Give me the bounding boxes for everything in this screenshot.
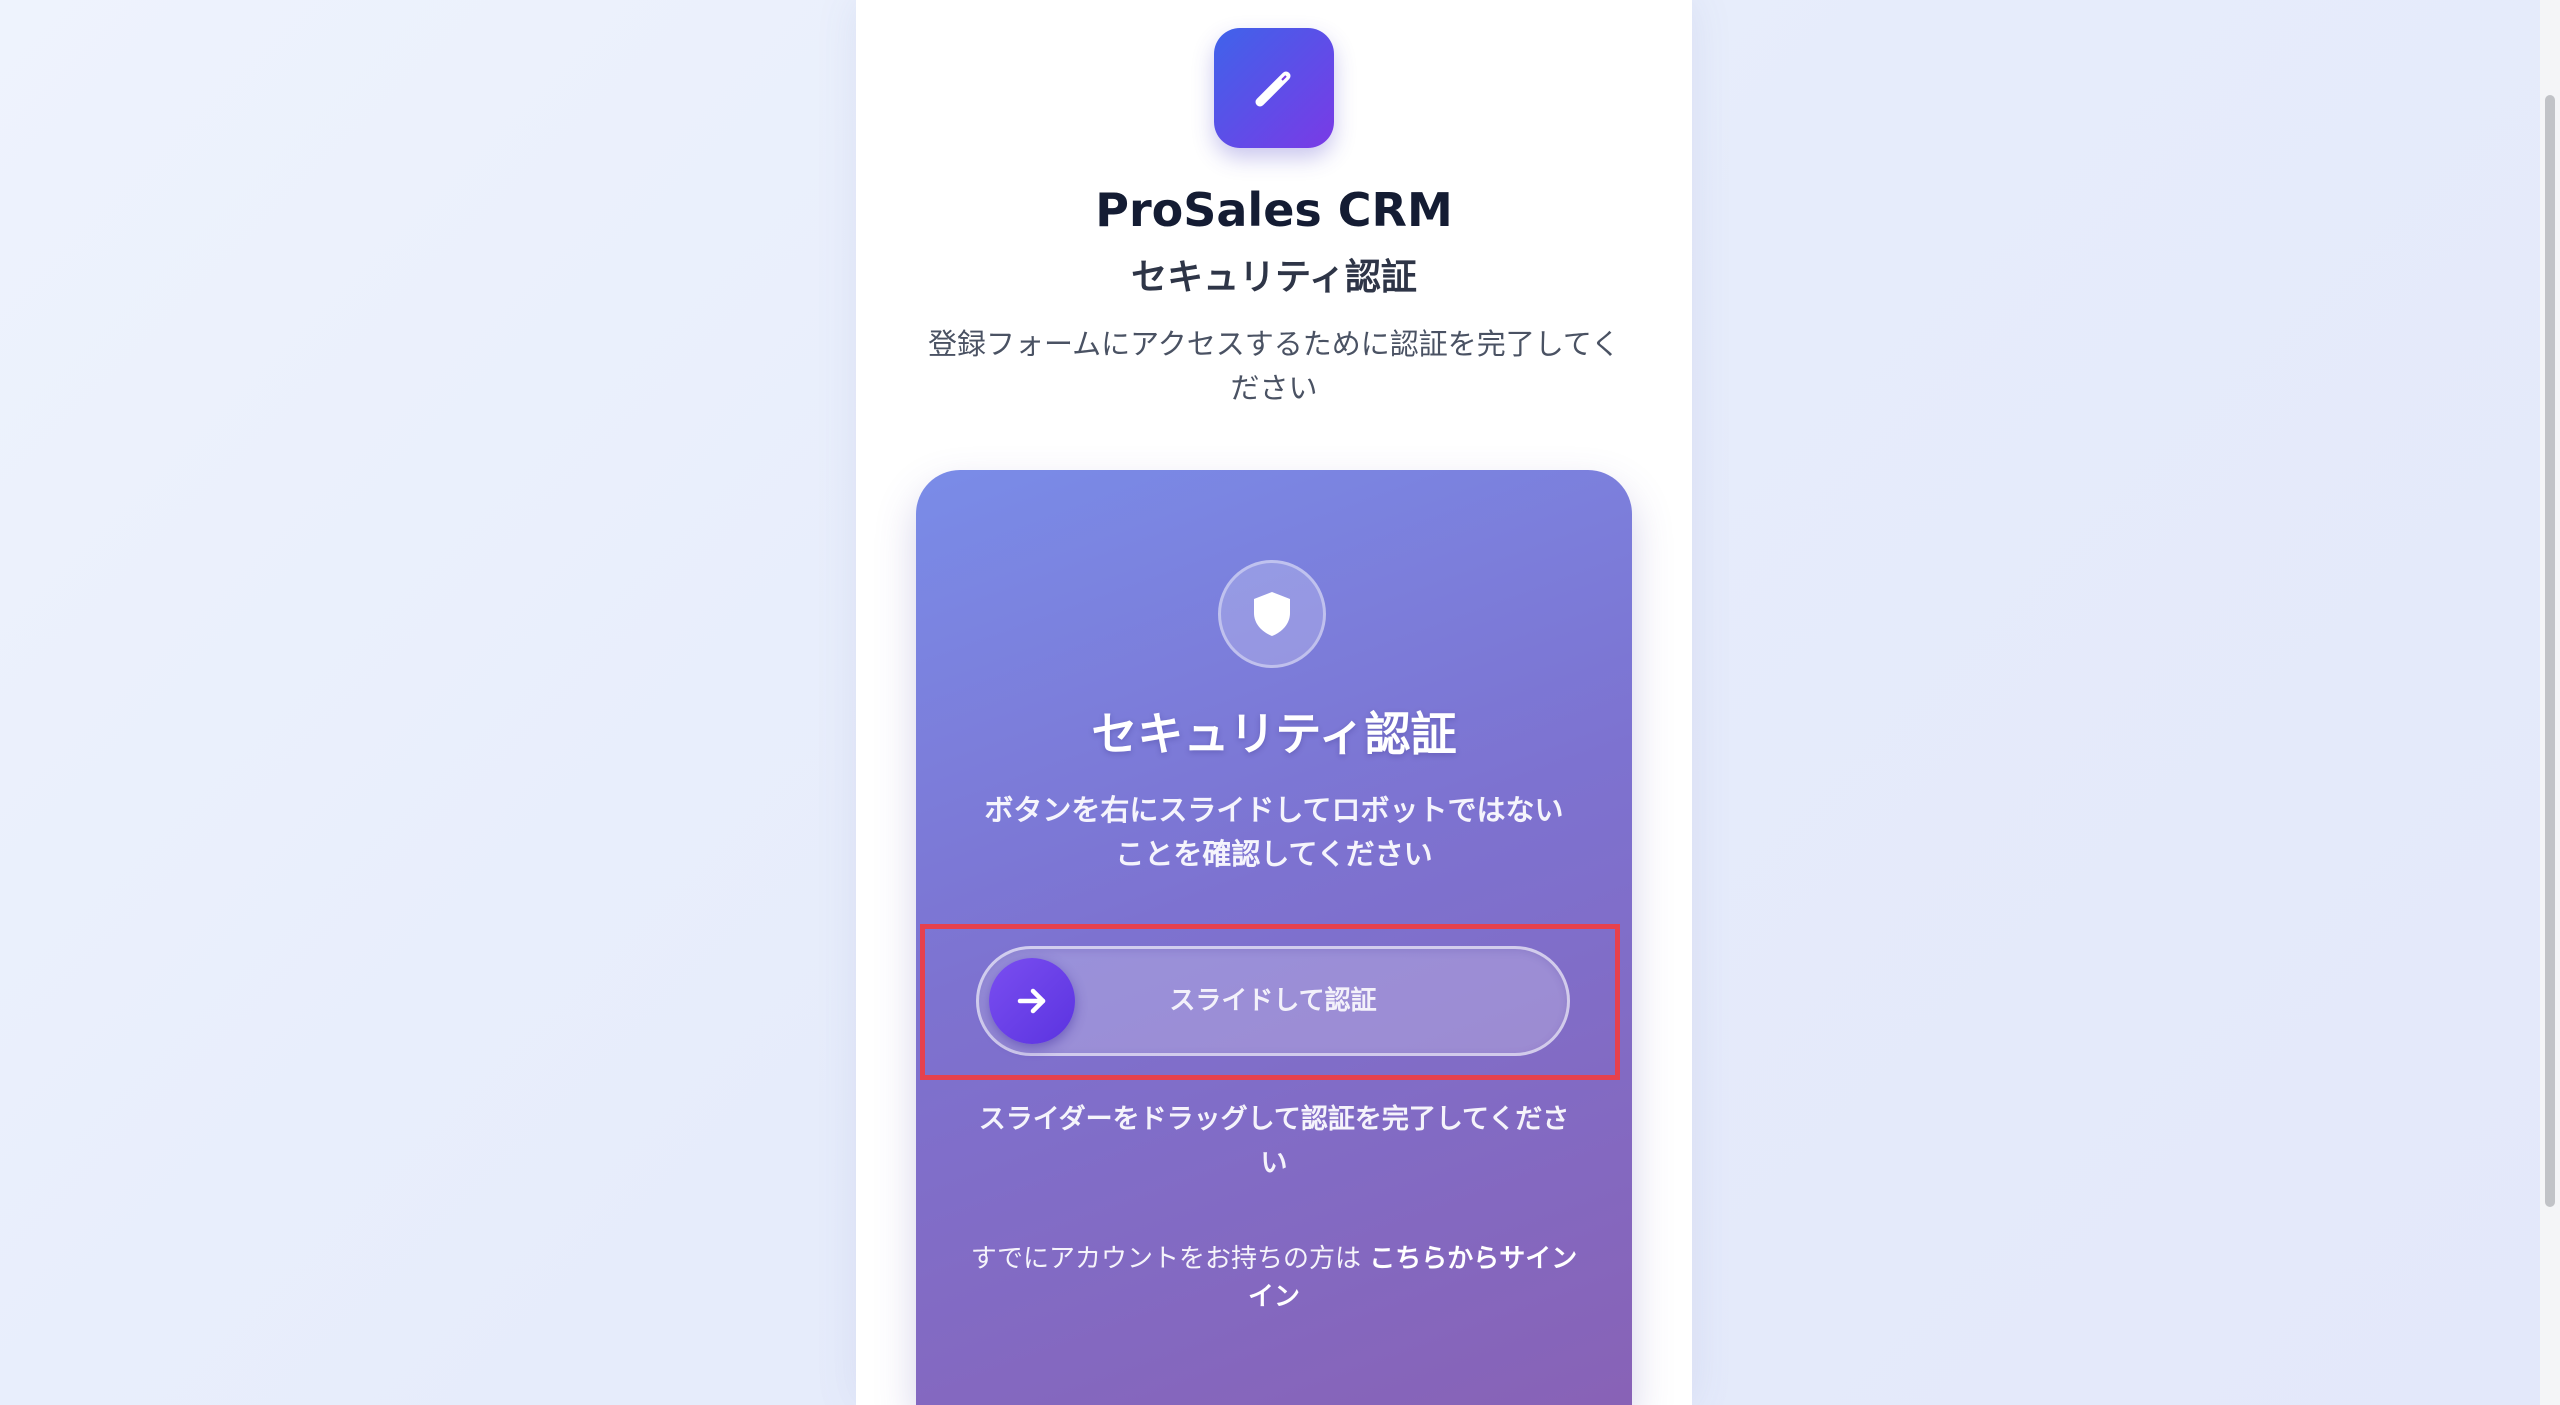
page-scrollbar[interactable] (2540, 0, 2560, 1405)
verification-title: セキュリティ認証 (1091, 707, 1457, 761)
verification-instruction: ボタンを右にスライドしてロボットではないことを確認してください (984, 793, 1564, 871)
verify-slider-handle[interactable] (989, 958, 1075, 1044)
verify-slider-track[interactable]: スライドして認証 (976, 946, 1570, 1056)
signin-prompt-row: すでにアカウントをお持ちの方は こちらからサインイン (966, 1240, 1582, 1316)
page-description: 登録フォームにアクセスするために認証を完了してください (928, 327, 1620, 405)
shield-icon (1254, 592, 1290, 636)
signin-prompt-text: すでにアカウントをお持ちの方は (970, 1244, 1361, 1274)
scrollbar-thumb[interactable] (2545, 95, 2555, 1207)
registration-page-card: ProSales CRM セキュリティ認証 登録フォームにアクセスするために認証… (856, 0, 1692, 1405)
shield-badge (1218, 560, 1326, 668)
app-logo (1214, 28, 1334, 148)
page-heading: セキュリティ認証 (1131, 257, 1417, 298)
verification-card: セキュリティ認証 ボタンを右にスライドしてロボットではないことを確認してください… (916, 470, 1632, 1405)
slider-hint-text: スライダーをドラッグして認証を完了してください (978, 1104, 1570, 1179)
app-name: ProSales CRM (1095, 183, 1453, 237)
pencil-icon (1255, 71, 1291, 107)
arrow-right-icon (1017, 988, 1046, 1014)
